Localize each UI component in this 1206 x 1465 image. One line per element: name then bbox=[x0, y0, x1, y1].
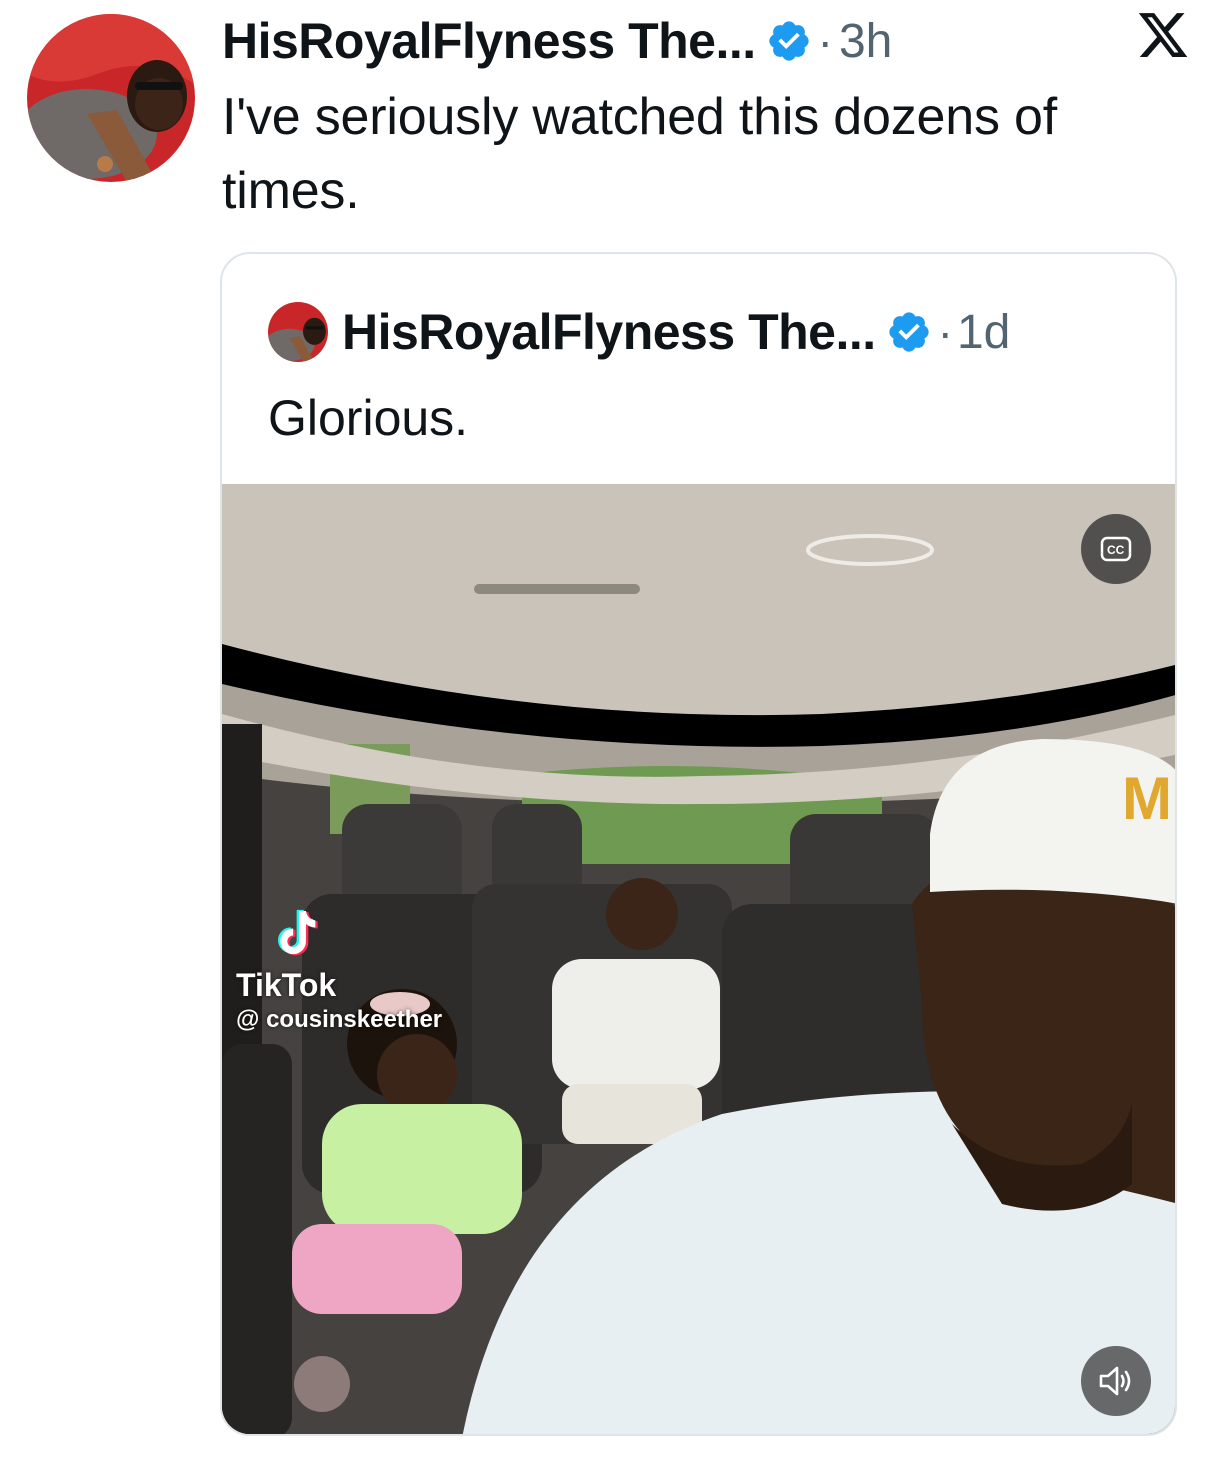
volume-icon bbox=[1099, 1366, 1131, 1396]
verified-badge-icon bbox=[888, 312, 929, 352]
post-text: I've seriously watched this dozens of ti… bbox=[222, 88, 1057, 220]
quoted-author-avatar bbox=[268, 302, 328, 362]
quoted-post-card[interactable]: HisRoyalFlyness The... · 1d Glorious. M … bbox=[220, 252, 1177, 1436]
quoted-post-header: HisRoyalFlyness The... · 1d bbox=[268, 300, 1155, 364]
video-player[interactable]: M TikTok @ cousinskeether CC bbox=[222, 484, 1175, 1434]
verified-badge-icon bbox=[768, 21, 809, 61]
author-avatar[interactable] bbox=[27, 14, 195, 182]
post-time[interactable]: 3h bbox=[839, 14, 892, 69]
author-name[interactable]: HisRoyalFlyness The... bbox=[222, 12, 756, 70]
cc-icon: CC bbox=[1100, 536, 1132, 562]
separator-dot: · bbox=[817, 15, 833, 67]
quoted-post-text: Glorious. bbox=[268, 390, 469, 446]
captions-button[interactable]: CC bbox=[1081, 514, 1151, 584]
tiktok-brand: TikTok bbox=[236, 967, 337, 1003]
quoted-post-time: 1d bbox=[956, 305, 1011, 359]
volume-button[interactable] bbox=[1081, 1346, 1151, 1416]
quoted-author-name: HisRoyalFlyness The... bbox=[342, 304, 876, 360]
separator-dot: · bbox=[937, 306, 953, 358]
post-header: HisRoyalFlyness The... · 3h bbox=[222, 6, 1176, 76]
cap-letter: M bbox=[1122, 765, 1172, 832]
tiktok-handle: @ cousinskeether bbox=[236, 1006, 443, 1033]
svg-text:CC: CC bbox=[1107, 543, 1125, 557]
x-logo-icon bbox=[1138, 13, 1188, 57]
tiktok-logo-icon bbox=[278, 909, 318, 956]
tiktok-watermark: TikTok @ cousinskeether bbox=[236, 904, 442, 1034]
